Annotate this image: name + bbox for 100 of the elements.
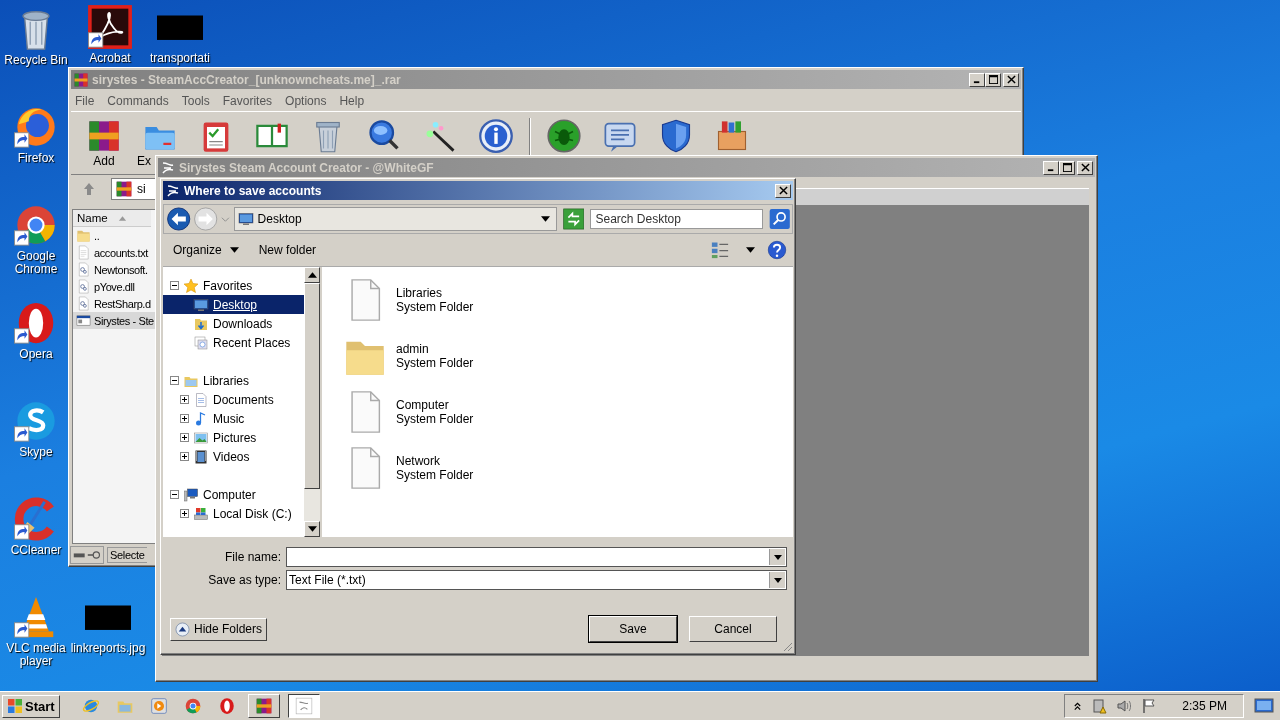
info-icon	[478, 118, 514, 154]
bug-icon	[546, 118, 582, 154]
column-header[interactable]: Name	[73, 210, 151, 227]
start-button[interactable]: Start	[2, 694, 60, 718]
dialog-title: Where to save accounts	[184, 183, 322, 198]
toolbar-button[interactable]: Add	[81, 118, 127, 168]
hide-folders-button[interactable]: Hide Folders	[170, 617, 268, 641]
location-text: Desktop	[257, 212, 303, 226]
tree-label: Computer	[203, 487, 256, 502]
network-warning-icon[interactable]	[1091, 698, 1108, 714]
file-row[interactable]: accounts.txt	[73, 244, 155, 261]
tree-label: Libraries	[203, 373, 250, 388]
tree-item[interactable]: Music	[163, 409, 304, 428]
dropdown-arrow-icon[interactable]	[541, 216, 550, 222]
taskbar-button[interactable]	[287, 694, 320, 718]
tree-toggle-icon[interactable]	[180, 433, 189, 442]
tree-toggle-icon[interactable]	[170, 281, 179, 290]
search-field[interactable]: Search Desktop	[590, 209, 763, 229]
maximize-icon	[1062, 163, 1072, 172]
desktop-icon-label: CCleaner	[10, 544, 62, 557]
file-row[interactable]: pYove.dll	[73, 278, 155, 295]
status-text: Selecte	[107, 547, 147, 563]
file-row[interactable]: ..	[73, 227, 155, 244]
dialog-button[interactable]: Save	[589, 616, 677, 642]
back-button[interactable]	[166, 206, 192, 232]
document-icon	[193, 391, 209, 408]
dropdown-arrow-icon[interactable]	[773, 554, 782, 560]
dropdown-arrow-icon[interactable]	[773, 577, 782, 583]
help-icon[interactable]	[767, 240, 787, 260]
file-row[interactable]: RestSharp.d	[73, 295, 155, 312]
file-type-dropdown[interactable]: Text File (*.txt)	[286, 570, 787, 590]
resize-grip-icon[interactable]	[781, 640, 793, 652]
archive-books-icon	[254, 697, 273, 715]
toolbar-button[interactable]: Organize	[165, 240, 247, 260]
close-button[interactable]	[775, 183, 791, 198]
tree-toggle-icon[interactable]	[180, 452, 189, 461]
scroll-down-icon[interactable]	[307, 526, 317, 532]
chevron-up-icon[interactable]	[1073, 701, 1083, 711]
recent-places-icon	[193, 334, 209, 351]
program-file-icon	[76, 313, 91, 328]
desktop-icon-label: linkreports.jpg	[70, 642, 146, 655]
scroll-up-icon[interactable]	[307, 272, 317, 278]
menu-item[interactable]: File	[75, 94, 95, 108]
search-button[interactable]	[768, 208, 790, 230]
library-file-icon	[76, 279, 91, 294]
tree-toggle-icon[interactable]	[180, 395, 189, 404]
flag-icon[interactable]	[1141, 698, 1158, 714]
view-options-icon[interactable]	[710, 240, 730, 260]
tree-item[interactable]: Libraries	[163, 371, 304, 390]
archive-books-icon	[86, 118, 122, 154]
menu-item[interactable]: Favorites	[222, 94, 273, 108]
browser-logo-icon	[217, 697, 236, 715]
tree-item[interactable]: Documents	[163, 390, 304, 409]
file-row[interactable]: Sirystes - Ste	[73, 312, 155, 329]
field-label: Save as type:	[207, 573, 281, 587]
tree-toggle-icon[interactable]	[170, 490, 179, 499]
menu-item[interactable]: Tools	[181, 94, 210, 108]
show-desktop-icon[interactable]	[1254, 698, 1274, 714]
file-name: Sirystes - Ste	[94, 314, 154, 327]
tree-item[interactable]: Local Disk (C:)	[163, 504, 304, 523]
menu-item[interactable]: Commands	[107, 94, 169, 108]
tree-item[interactable]: Computer	[163, 485, 304, 504]
speaker-icon[interactable]	[1116, 698, 1133, 714]
item-name[interactable]: Computer	[396, 398, 474, 412]
tree-item[interactable]: Recent Places	[163, 333, 304, 352]
tree-toggle-icon[interactable]	[180, 414, 189, 423]
tree-item[interactable]: Downloads	[163, 314, 304, 333]
archive-books-icon	[115, 180, 133, 198]
file-name-field[interactable]	[286, 547, 787, 567]
clock[interactable]: 2:35 PM	[1182, 699, 1227, 713]
tree-item[interactable]: Videos	[163, 447, 304, 466]
file-name: Newtonsoft.	[94, 263, 148, 276]
swoosh-icon	[165, 182, 181, 199]
item-name[interactable]: Network	[396, 454, 474, 468]
refresh-button[interactable]	[563, 208, 585, 230]
film-icon	[193, 448, 209, 465]
tree-label: Videos	[213, 449, 250, 464]
toolbar-button[interactable]: New folder	[250, 240, 325, 260]
browser-logo-icon	[81, 697, 100, 715]
dialog-button[interactable]: Cancel	[689, 616, 777, 642]
tree-item[interactable]: Desktop	[163, 295, 304, 314]
desktop-icon-label: VLC media player	[5, 642, 67, 668]
picture-icon	[193, 429, 209, 446]
tree-toggle-icon[interactable]	[180, 509, 189, 518]
menu-item[interactable]: Help	[339, 94, 365, 108]
tree-item[interactable]: Pictures	[163, 428, 304, 447]
item-name[interactable]: admin	[396, 342, 474, 356]
pdf-logo-icon[interactable]	[87, 4, 133, 50]
file-name: accounts.txt	[94, 246, 148, 259]
media-player-icon	[149, 697, 168, 715]
tree-item[interactable]: Favorites	[163, 276, 304, 295]
tree-toggle-icon[interactable]	[170, 376, 179, 385]
desktop-icon-label: Recycle Bin	[4, 54, 68, 67]
scrollbar[interactable]	[304, 267, 320, 537]
disk-drive-icon	[193, 505, 209, 522]
item-name[interactable]: Libraries	[396, 286, 474, 300]
caret-icon[interactable]	[746, 247, 755, 253]
menu-item[interactable]: Options	[285, 94, 327, 108]
location-field[interactable]: Desktop	[233, 207, 557, 231]
file-row[interactable]: Newtonsoft.	[73, 261, 155, 278]
